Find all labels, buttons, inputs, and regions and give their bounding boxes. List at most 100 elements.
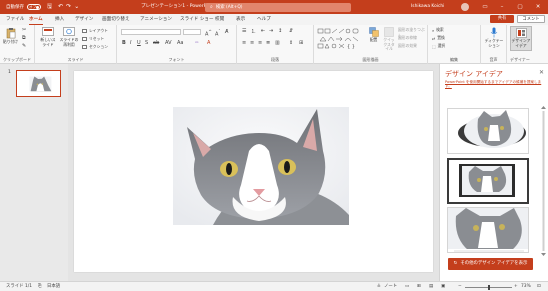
clear-formatting-icon[interactable]: A̸	[225, 29, 228, 35]
replace-button[interactable]: ⇄ 置換	[432, 35, 445, 41]
reset-button[interactable]: リセット	[82, 36, 104, 42]
change-case-icon[interactable]: Aa	[177, 40, 183, 46]
normal-view-icon[interactable]: ▭	[405, 282, 409, 291]
tab-help[interactable]: ヘルプ	[257, 16, 271, 24]
bold-icon[interactable]: B	[122, 40, 126, 46]
cat-photo[interactable]	[173, 107, 349, 225]
zoom-in-icon[interactable]: +	[514, 282, 518, 291]
close-icon[interactable]: ✕	[531, 0, 545, 14]
copy-icon[interactable]: ⧉	[22, 35, 26, 41]
find-button[interactable]: ⌕ 検索	[432, 27, 444, 33]
design-idea-option-3[interactable]	[447, 207, 529, 253]
title-bar: 自動保存 オフ 🖫 ↶ ↷ ⌄ プレゼンテーション1 - PowerPoint …	[0, 0, 548, 14]
quick-styles-button[interactable]: クイックスタイル	[382, 27, 396, 52]
language-indicator[interactable]: 日本語	[47, 282, 60, 291]
zoom-out-icon[interactable]: −	[458, 282, 462, 291]
strikethrough-icon[interactable]: ab	[153, 40, 159, 46]
text-direction-icon[interactable]: ⇵	[289, 28, 293, 34]
format-painter-icon[interactable]: ✎	[22, 43, 26, 49]
justify-icon[interactable]: ≣	[266, 40, 270, 46]
numbering-icon[interactable]: ⒈	[251, 28, 256, 35]
minimize-icon[interactable]: –	[495, 0, 509, 14]
design-idea-option-2[interactable]	[447, 158, 529, 204]
replace-label: 置換	[437, 35, 445, 40]
user-name[interactable]: Ishikawa Koichi	[411, 0, 444, 14]
new-slide-button[interactable]: 新しいスライド	[39, 27, 57, 47]
cut-icon[interactable]: ✂	[22, 27, 26, 33]
slide-thumbnail[interactable]	[16, 70, 61, 97]
layout-button[interactable]: レイアウト	[82, 28, 108, 34]
underline-icon[interactable]: U	[137, 40, 141, 46]
design-ideas-button[interactable]: デザインアイデア	[510, 26, 532, 51]
designer-scrollbar[interactable]	[541, 106, 546, 256]
tab-file[interactable]: ファイル	[6, 16, 24, 24]
autosave-toggle[interactable]: オフ	[27, 4, 41, 10]
bullets-icon[interactable]: ☰	[242, 28, 246, 34]
zoom-level[interactable]: 73%	[521, 282, 531, 291]
avatar[interactable]	[461, 3, 469, 11]
redo-icon[interactable]: ↷	[66, 0, 71, 14]
reading-view-icon[interactable]: ▤	[429, 282, 433, 291]
slideshow-icon[interactable]: ▣	[441, 282, 445, 291]
reuse-slide-button[interactable]: スライドの再利用	[59, 27, 79, 47]
select-button[interactable]: ⬚ 選択	[432, 43, 445, 49]
designer-info-link[interactable]: PowerPoint を使用開始するまでアイデアの候補を提案します。	[445, 80, 545, 89]
grow-font-icon[interactable]: A^	[205, 29, 212, 38]
line-spacing-icon[interactable]: ↕	[278, 28, 282, 34]
columns-icon[interactable]: ▥	[275, 40, 280, 46]
font-name-dropdown[interactable]	[121, 29, 181, 35]
ribbon-display-options-icon[interactable]: ▭	[478, 0, 492, 14]
italic-icon[interactable]: I	[130, 40, 131, 46]
tab-animations[interactable]: アニメーション	[140, 16, 172, 24]
tab-design[interactable]: デザイン	[75, 16, 93, 24]
align-center-icon[interactable]: ≡	[250, 40, 254, 46]
tab-slideshow[interactable]: スライド ショー	[180, 16, 214, 24]
close-icon[interactable]: ✕	[539, 69, 544, 76]
notes-icon[interactable]: ≗	[377, 282, 381, 291]
tab-insert[interactable]: 挿入	[55, 16, 64, 24]
highlight-icon[interactable]: ✏	[195, 40, 199, 46]
undo-icon[interactable]: ↶	[58, 0, 63, 14]
more-design-ideas-button[interactable]: ↻ その他のデザイン アイデアを表示	[448, 258, 533, 270]
shapes-gallery[interactable]: { }	[317, 28, 365, 50]
slide-count[interactable]: スライド 1/1	[6, 282, 32, 291]
character-spacing-icon[interactable]: AV	[165, 40, 172, 46]
ribbon-tabs: ファイル ホーム 挿入 デザイン 画面切り替え アニメーション スライド ショー…	[0, 14, 548, 25]
design-idea-option-1[interactable]	[447, 108, 529, 154]
autosave-control[interactable]: 自動保存 オフ	[6, 4, 41, 10]
accessibility-icon[interactable]: ⎘	[38, 282, 42, 291]
tab-home[interactable]: ホーム	[29, 16, 43, 25]
shape-outline-button[interactable]: 図形の枠線	[398, 35, 417, 41]
find-icon: ⌕	[432, 27, 435, 33]
section-button[interactable]: セクション	[82, 44, 108, 50]
arrange-button[interactable]: 配置	[367, 27, 380, 43]
paste-button[interactable]: 貼り付け	[2, 27, 19, 45]
align-right-icon[interactable]: ≡	[258, 40, 262, 46]
smartart-icon[interactable]: ⊞	[299, 40, 303, 46]
tab-transitions[interactable]: 画面切り替え	[102, 16, 130, 24]
decrease-indent-icon[interactable]: ⇤	[261, 28, 265, 34]
section-icon	[82, 45, 87, 49]
shape-effects-button[interactable]: 図形の効果	[398, 43, 417, 49]
slide-canvas[interactable]	[74, 71, 433, 272]
shrink-font-icon[interactable]: Aˇ	[215, 29, 221, 38]
slide-sorter-icon[interactable]: ⊞	[417, 282, 421, 291]
tab-review[interactable]: 校閲	[215, 16, 224, 24]
dictate-button[interactable]: ディクテーション	[483, 27, 505, 48]
fit-to-window-icon[interactable]: ⊡	[537, 282, 541, 291]
font-color-icon[interactable]: A	[207, 40, 210, 46]
zoom-slider-thumb[interactable]	[487, 284, 490, 290]
save-icon[interactable]: 🖫	[47, 0, 52, 14]
share-button[interactable]: 共有	[490, 15, 514, 23]
increase-indent-icon[interactable]: ⇥	[269, 28, 273, 34]
font-size-dropdown[interactable]	[183, 29, 201, 35]
tab-view[interactable]: 表示	[236, 16, 245, 24]
maximize-icon[interactable]: ▢	[513, 0, 527, 14]
notes-button[interactable]: ノート	[384, 282, 397, 291]
comment-button[interactable]: コメント	[517, 15, 545, 23]
customize-quick-access-icon[interactable]: ⌄	[74, 0, 79, 14]
align-left-icon[interactable]: ≡	[242, 40, 246, 46]
search-box[interactable]: ⌕ 検索 (Alt+Q)	[205, 2, 351, 12]
align-text-icon[interactable]: ⇕	[289, 40, 293, 46]
shadow-icon[interactable]: S	[145, 40, 148, 46]
